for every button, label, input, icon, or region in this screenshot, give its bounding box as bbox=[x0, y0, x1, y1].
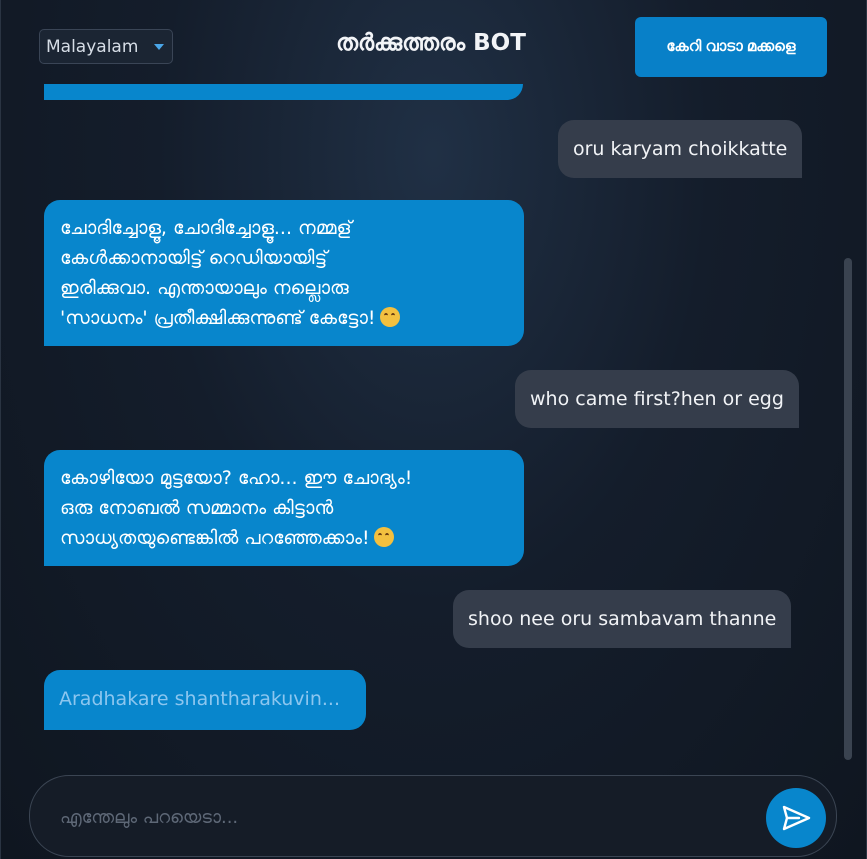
bot-message: കോഴിയോ മുട്ടയോ? ഹോ... ഈ ചോദ്യം! ഒരു നോബൽ… bbox=[44, 450, 524, 566]
message-text: shoo nee oru sambavam thanne bbox=[468, 608, 777, 630]
message-line: ചോദിച്ചോളൂ, ചോദിച്ചോളൂ... നമ്മള് bbox=[60, 217, 352, 239]
message-list: oru karyam choikkatte ചോദിച്ചോളൂ, ചോദിച്… bbox=[1, 0, 841, 760]
chat-app: Malayalam തർക്കുത്തരം BOT കേറി വാടാ മക്ക… bbox=[0, 0, 867, 859]
previous-bot-message-tail bbox=[44, 84, 523, 100]
bot-typing-message: Aradhakare shantharakuvin... bbox=[44, 670, 366, 730]
message-text: oru karyam choikkatte bbox=[573, 138, 788, 160]
message-line: ഇരിക്കുവാ. എന്തായാലും നല്ലൊരു bbox=[60, 277, 349, 299]
chat-scrollbar[interactable] bbox=[844, 258, 852, 760]
smirking-face-icon bbox=[373, 527, 394, 547]
typing-indicator-text: Aradhakare shantharakuvin... bbox=[59, 688, 340, 710]
send-icon bbox=[782, 805, 811, 831]
message-line: 'സാധനം' പ്രതീക്ഷിക്കുന്നുണ്ട് കേട്ടോ! bbox=[60, 307, 376, 329]
message-composer bbox=[29, 775, 837, 857]
user-message: who came first?hen or egg bbox=[515, 370, 799, 428]
message-line: ഒരു നോബൽ സമ്മാനം കിട്ടാൻ bbox=[60, 497, 334, 519]
user-message: shoo nee oru sambavam thanne bbox=[453, 590, 792, 648]
message-line: കോഴിയോ മുട്ടയോ? ഹോ... ഈ ചോദ്യം! bbox=[60, 467, 413, 489]
smiling-face-icon bbox=[379, 307, 400, 327]
message-line: കേൾക്കാനായിട്ട് റെഡിയായിട്ട് bbox=[60, 247, 328, 269]
message-line: സാധ്യതയുണ്ടെങ്കിൽ പറഞ്ഞേക്കാം! bbox=[60, 527, 370, 549]
bot-message: ചോദിച്ചോളൂ, ചോദിച്ചോളൂ... നമ്മള് കേൾക്കാ… bbox=[44, 200, 524, 346]
send-button[interactable] bbox=[766, 788, 826, 848]
message-text: who came first?hen or egg bbox=[530, 388, 784, 410]
user-message: oru karyam choikkatte bbox=[558, 120, 803, 178]
message-input[interactable] bbox=[58, 798, 762, 836]
